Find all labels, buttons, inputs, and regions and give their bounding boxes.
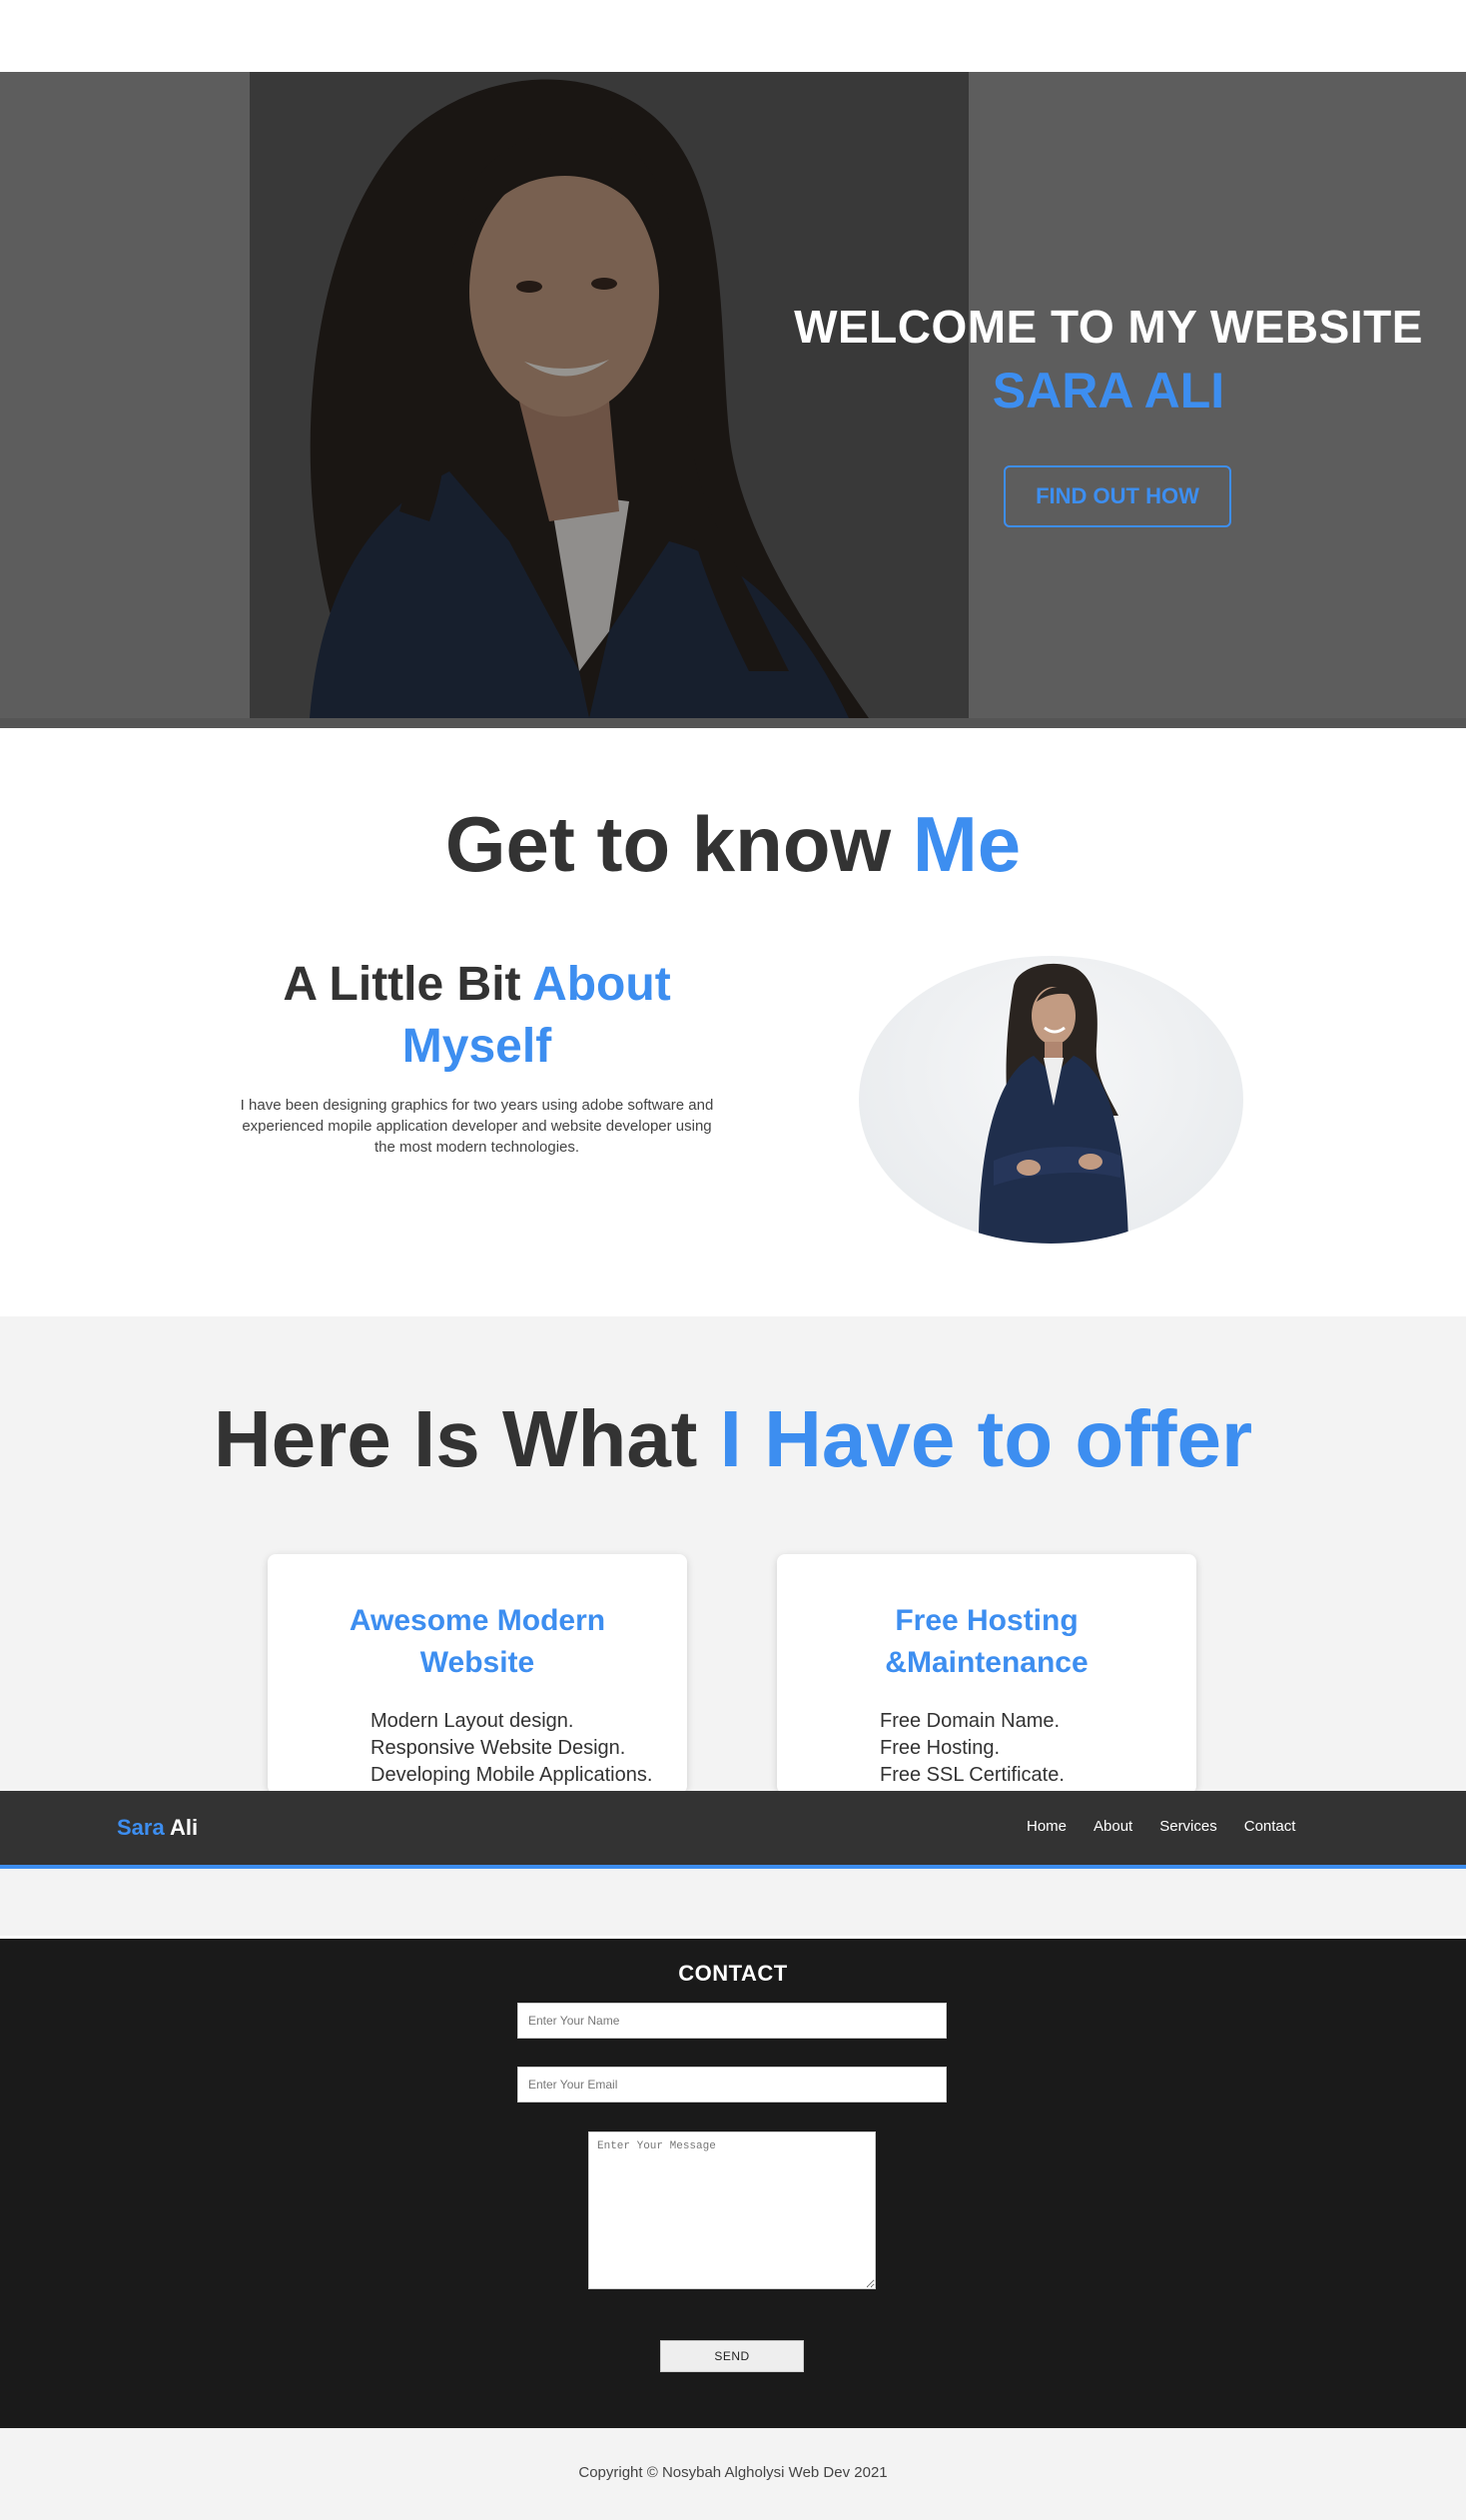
service-card-hosting: Free Hosting &Maintenance Free Domain Na… — [777, 1554, 1196, 1794]
service-card-list: Free Domain Name. Free Hosting. Free SSL… — [777, 1708, 1196, 1789]
contact-section: CONTACT SEND — [0, 1939, 1466, 2428]
service-card-website: Awesome Modern Website Modern Layout des… — [268, 1554, 687, 1794]
list-item: Developing Mobile Applications. — [370, 1764, 653, 1786]
services-title: Here Is What I Have to offer — [0, 1393, 1466, 1485]
nav-link-home[interactable]: Home — [1027, 1818, 1067, 1835]
list-item: Responsive Website Design. — [370, 1737, 626, 1759]
services-title-accent: I Have to offer — [719, 1394, 1253, 1483]
hero-heading-group: WELCOME TO MY WEBSITE SARA ALI — [759, 300, 1458, 420]
list-item: Free SSL Certificate. — [880, 1764, 1065, 1786]
nav-links: Home About Services Contact — [1027, 1818, 1322, 1835]
nav-link-about[interactable]: About — [1094, 1818, 1132, 1835]
nav-link-contact[interactable]: Contact — [1244, 1818, 1296, 1835]
nav-link-services[interactable]: Services — [1159, 1818, 1217, 1835]
list-item: Free Hosting. — [880, 1737, 1001, 1759]
logo-last-name: Ali — [164, 1815, 199, 1840]
service-card-title: Free Hosting &Maintenance — [885, 1604, 1089, 1679]
logo-first-name: Sara — [117, 1815, 165, 1840]
about-title-accent: Me — [912, 800, 1022, 888]
list-item: Modern Layout design. — [370, 1710, 574, 1732]
send-button[interactable]: SEND — [660, 2340, 804, 2372]
contact-title: CONTACT — [678, 1961, 788, 1986]
service-card-title: Awesome Modern Website — [349, 1604, 606, 1679]
site-logo[interactable]: Sara Ali — [117, 1815, 198, 1841]
message-textarea[interactable] — [588, 2131, 876, 2289]
services-title-main: Here Is What — [213, 1394, 720, 1483]
about-title-main: Get to know — [444, 800, 913, 888]
footer: Copyright © Nosybah Algholysi Web Dev 20… — [0, 2428, 1466, 2520]
about-subtitle-main: A Little Bit — [283, 958, 533, 1011]
hero-bottom-strip — [0, 718, 1466, 728]
about-title: Get to know Me — [0, 799, 1466, 890]
name-input[interactable] — [517, 2003, 947, 2039]
hero-welcome-heading: WELCOME TO MY WEBSITE — [794, 301, 1423, 353]
hero-section: WELCOME TO MY WEBSITE SARA ALI — [0, 72, 1466, 728]
about-portrait-image — [859, 956, 1243, 1244]
about-subtitle: A Little Bit About Myself — [235, 954, 719, 1078]
hero-name-heading: SARA ALI — [992, 363, 1225, 419]
email-input[interactable] — [517, 2067, 947, 2102]
about-portrait-figure — [979, 963, 1128, 1244]
list-item: Free Domain Name. — [880, 1710, 1061, 1732]
service-card-list: Modern Layout design. Responsive Website… — [268, 1708, 687, 1789]
copyright-text: Copyright © Nosybah Algholysi Web Dev 20… — [578, 2464, 888, 2481]
find-out-how-button[interactable]: FIND OUT HOW — [1004, 465, 1231, 527]
navbar: Sara Ali Home About Services Contact — [0, 1791, 1466, 1869]
about-description: I have been designing graphics for two y… — [240, 1097, 714, 1156]
